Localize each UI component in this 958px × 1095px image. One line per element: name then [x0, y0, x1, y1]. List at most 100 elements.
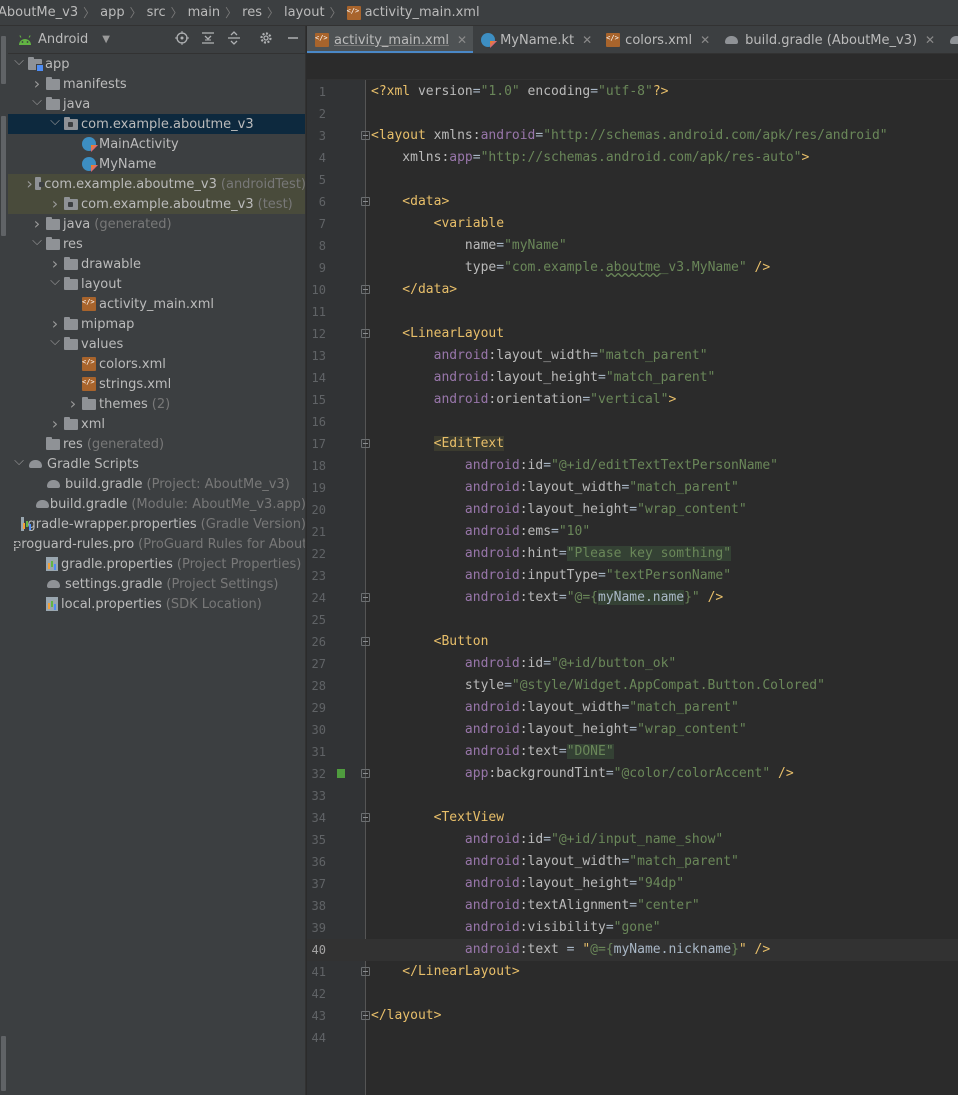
minimize-icon[interactable] — [284, 31, 302, 49]
breadcrumb-item[interactable]: main — [188, 5, 220, 20]
fold-icon[interactable] — [361, 131, 370, 140]
close-icon[interactable]: ✕ — [457, 33, 467, 47]
collapse-all-icon[interactable] — [199, 31, 217, 49]
breadcrumb-item[interactable]: src — [147, 5, 166, 20]
close-icon[interactable]: ✕ — [700, 33, 710, 47]
close-icon[interactable]: ✕ — [582, 33, 592, 47]
tree-item[interactable]: build.gradle (Project: AboutMe_v3) — [8, 474, 305, 494]
code-token: :textAlignment — [519, 898, 630, 913]
tree-item[interactable]: colors.xml — [8, 354, 305, 374]
tree-item[interactable]: › drawable — [8, 254, 305, 274]
settings-icon[interactable] — [257, 31, 275, 49]
chevron-right-icon[interactable]: › — [26, 176, 32, 192]
code-text: android:hint="Please key somthing" — [371, 543, 732, 565]
tree-item[interactable]: gradle.properties (Project Properties) — [8, 554, 305, 574]
chevron-down-icon[interactable]: ⌵ — [30, 95, 44, 108]
fold-icon[interactable] — [361, 1011, 370, 1020]
tree-item-hint: (Gradle Version) — [200, 516, 306, 532]
chevron-right-icon[interactable]: › — [48, 416, 62, 432]
chevron-down-icon[interactable]: ⌵ — [12, 55, 26, 68]
tree-item[interactable]: MainActivity — [8, 134, 305, 154]
fold-icon[interactable] — [361, 197, 370, 206]
project-tool-button[interactable] — [1, 36, 6, 84]
code-line: 11 — [307, 301, 958, 323]
chevron-down-icon[interactable]: ⌵ — [48, 335, 62, 348]
code-token: = — [551, 524, 559, 539]
tree-item-label: mipmap — [81, 316, 135, 332]
tree-item[interactable]: local.properties (SDK Location) — [8, 594, 305, 614]
chevron-down-icon[interactable]: ⌵ — [48, 275, 62, 288]
breadcrumb-item[interactable]: layout — [284, 5, 325, 20]
code-token: }" — [684, 590, 700, 605]
chevron-down-icon[interactable]: ⌵ — [30, 235, 44, 248]
chevron-down-icon[interactable]: ⌵ — [48, 115, 62, 128]
line-number: 29 — [311, 701, 326, 715]
code-token: android — [371, 458, 520, 473]
tree-item[interactable]: build.gradle (Module: AboutMe_v3.app) — [8, 494, 305, 514]
fold-icon[interactable] — [361, 813, 370, 822]
tree-item[interactable]: ⌵ layout — [8, 274, 305, 294]
code-token: :visibility — [519, 920, 606, 935]
editor-tab[interactable]: MyName.kt ✕ — [473, 26, 598, 53]
tree-item[interactable]: proguard-rules.pro (ProGuard Rules for Ab… — [8, 534, 305, 554]
tree-item-label: com.example.aboutme_v3 — [44, 176, 217, 192]
tree-item[interactable]: › manifests — [8, 74, 305, 94]
code-token: :ems — [519, 524, 552, 539]
tree-item[interactable]: › com.example.aboutme_v3 (androidTest) — [8, 174, 305, 194]
tree-item[interactable]: ⌵ values — [8, 334, 305, 354]
tree-item[interactable]: › xml — [8, 414, 305, 434]
tree-item[interactable]: MyName — [8, 154, 305, 174]
code-token: </data> — [371, 282, 458, 297]
breadcrumb-item[interactable]: activity_main.xml — [346, 5, 480, 20]
tree-item[interactable]: res (generated) — [8, 434, 305, 454]
tree-item-hint: (Project: AboutMe_v3) — [146, 476, 290, 492]
fold-icon[interactable] — [361, 439, 370, 448]
tree-item[interactable]: activity_main.xml — [8, 294, 305, 314]
chevron-right-icon[interactable]: › — [30, 76, 44, 92]
tree-item[interactable]: › mipmap — [8, 314, 305, 334]
line-number: 16 — [311, 415, 326, 429]
chevron-right-icon[interactable]: › — [48, 196, 62, 212]
line-number: 41 — [311, 965, 326, 979]
fold-icon[interactable] — [361, 967, 370, 976]
tree-item[interactable]: ⌵ Gradle Scripts — [8, 454, 305, 474]
structure-tool-button[interactable] — [1, 1036, 6, 1091]
editor-tab[interactable]: colors.xml ✕ — [598, 26, 716, 53]
chevron-right-icon[interactable]: › — [48, 256, 62, 272]
breadcrumb-item[interactable]: app — [100, 5, 124, 20]
tree-item[interactable]: gradle-wrapper.properties (Gradle Version… — [8, 514, 306, 534]
editor-tab[interactable]: build.gradle (AboutMe_v3) ✕ — [716, 26, 941, 53]
chevron-right-icon[interactable]: › — [48, 316, 62, 332]
breadcrumb-item[interactable]: res — [242, 5, 262, 20]
breadcrumb-item[interactable]: AboutMe_v3 — [0, 5, 78, 20]
close-icon[interactable]: ✕ — [925, 33, 935, 47]
tree-item[interactable]: › themes (2) — [8, 394, 305, 414]
editor-tab[interactable]: build.gradle (:app)✕ — [941, 26, 958, 53]
chevron-down-icon[interactable]: ⌵ — [12, 455, 26, 468]
tree-item[interactable]: › java (generated) — [8, 214, 305, 234]
expand-all-icon[interactable] — [225, 31, 243, 49]
tree-item[interactable]: ⌵ res — [8, 234, 305, 254]
tree-item[interactable]: ⌵ app — [8, 54, 305, 74]
chevron-right-icon[interactable]: › — [66, 396, 80, 412]
fold-icon[interactable] — [361, 329, 370, 338]
tree-item[interactable]: ⌵ com.example.aboutme_v3 — [8, 114, 305, 134]
code-text: <Button — [371, 631, 489, 653]
line-number: 24 — [311, 591, 326, 605]
project-view-selector[interactable]: Android ▼ — [8, 26, 110, 54]
code-line: 14 android:layout_height="match_parent" — [307, 367, 958, 389]
tree-item[interactable]: strings.xml — [8, 374, 305, 394]
locate-icon[interactable] — [173, 31, 191, 49]
tree-item[interactable]: ⌵ java — [8, 94, 305, 114]
tree-item[interactable]: settings.gradle (Project Settings) — [8, 574, 305, 594]
tree-item-label: activity_main.xml — [99, 296, 215, 312]
code-token: ?> — [652, 84, 669, 99]
fold-icon[interactable] — [361, 285, 370, 294]
resource-manager-tool-button[interactable] — [1, 116, 6, 236]
editor-tab[interactable]: activity_main.xml ✕ — [307, 26, 474, 53]
fold-icon[interactable] — [361, 769, 370, 778]
chevron-right-icon[interactable]: › — [30, 216, 44, 232]
fold-icon[interactable] — [361, 593, 370, 602]
fold-icon[interactable] — [361, 637, 370, 646]
tree-item[interactable]: › com.example.aboutme_v3 (test) — [8, 194, 305, 214]
